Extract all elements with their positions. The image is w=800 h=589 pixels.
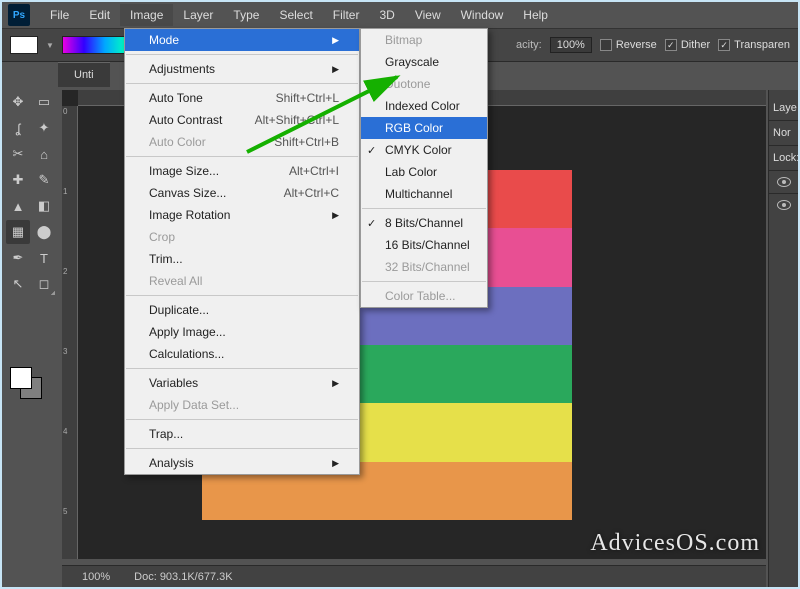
dropdown-arrow-icon[interactable]: ▼ [46,41,54,50]
submenu-arrow-icon: ▶ [332,64,339,75]
menu-file[interactable]: File [40,4,79,26]
menuitem-duplicate[interactable]: Duplicate... [125,299,359,321]
modeitem-rgb-color[interactable]: RGB Color [361,117,487,139]
menuitem-trim[interactable]: Trim... [125,248,359,270]
visibility-eye-icon[interactable] [777,200,791,210]
menuitem-calculations[interactable]: Calculations... [125,343,359,365]
ruler-vertical: 012345 [62,106,78,559]
blend-mode[interactable]: Nor [769,120,798,145]
stamp-tool[interactable]: ▲ [6,194,30,218]
menuitem-image-size[interactable]: Image Size...Alt+Ctrl+I [125,160,359,182]
menuitem-mode[interactable]: Mode▶ [125,29,359,51]
menuitem-variables[interactable]: Variables▶ [125,372,359,394]
magic-wand-tool[interactable]: ✦ [32,116,56,140]
submenu-mode-dropdown: BitmapGrayscaleDuotoneIndexed ColorRGB C… [360,28,488,308]
modeitem-cmyk-color[interactable]: ✓CMYK Color [361,139,487,161]
document-tab[interactable]: Unti [58,62,110,87]
zoom-level[interactable]: 100% [82,571,110,583]
check-icon: ✓ [367,217,376,230]
pen-tool[interactable]: ✒ [6,246,30,270]
menu-image-dropdown: Mode▶Adjustments▶Auto ToneShift+Ctrl+LAu… [124,28,360,475]
menuitem-auto-contrast[interactable]: Auto ContrastAlt+Shift+Ctrl+L [125,109,359,131]
menu-layer[interactable]: Layer [173,4,223,26]
eraser-tool[interactable]: ◧ [32,194,56,218]
modeitem-indexed-color[interactable]: Indexed Color [361,95,487,117]
layers-panel: Laye Nor Lock: [768,90,798,587]
marquee-tool[interactable]: ▭ [32,90,56,114]
menu-select[interactable]: Select [269,4,322,26]
modeitem-8-bits-channel[interactable]: ✓8 Bits/Channel [361,212,487,234]
crop-tool[interactable]: ✂ [6,142,30,166]
menuitem-auto-tone[interactable]: Auto ToneShift+Ctrl+L [125,87,359,109]
menu-edit[interactable]: Edit [79,4,120,26]
menu-filter[interactable]: Filter [323,4,370,26]
healing-tool[interactable]: ✚ [6,168,30,192]
path-tool[interactable]: ↖ [6,272,30,296]
modeitem-32-bits-channel: 32 Bits/Channel [361,256,487,278]
visibility-eye-icon[interactable] [777,177,791,187]
modeitem-color-table: Color Table... [361,285,487,307]
gradient-tool[interactable]: ▦ [6,220,30,244]
menuitem-auto-color: Auto ColorShift+Ctrl+B [125,131,359,153]
menuitem-apply-image[interactable]: Apply Image... [125,321,359,343]
menu-image[interactable]: Image [120,4,173,26]
menu-window[interactable]: Window [451,4,514,26]
lock-label: Lock: [769,145,798,170]
type-tool[interactable]: T [32,246,56,270]
document-size: Doc: 903.1K/677.3K [134,571,232,583]
lasso-tool[interactable]: ʆ [6,116,30,140]
submenu-arrow-icon: ▶ [332,35,339,46]
menuitem-trap[interactable]: Trap... [125,423,359,445]
submenu-arrow-icon: ▶ [332,210,339,221]
reverse-checkbox[interactable]: Reverse [600,39,657,51]
modeitem-bitmap: Bitmap [361,29,487,51]
menu-type[interactable]: Type [223,4,269,26]
brush-tool[interactable]: ✎ [32,168,56,192]
foreground-swatch[interactable] [10,36,38,54]
menuitem-apply-data-set: Apply Data Set... [125,394,359,416]
app-logo: Ps [8,4,30,26]
status-bar: 100% Doc: 903.1K/677.3K [62,565,766,587]
menuitem-analysis[interactable]: Analysis▶ [125,452,359,474]
menuitem-crop: Crop [125,226,359,248]
modeitem-lab-color[interactable]: Lab Color [361,161,487,183]
eyedropper-tool[interactable]: ⌂ [32,142,56,166]
menuitem-reveal-all: Reveal All [125,270,359,292]
blur-tool[interactable]: ⬤ [32,220,56,244]
dither-checkbox[interactable]: ✓Dither [665,39,710,51]
opacity-label: acity: [516,39,542,51]
menubar: Ps FileEditImageLayerTypeSelectFilter3DV… [2,2,798,28]
menuitem-adjustments[interactable]: Adjustments▶ [125,58,359,80]
opacity-value[interactable]: 100% [550,37,592,53]
modeitem-duotone: Duotone [361,73,487,95]
check-icon: ✓ [367,144,376,157]
modeitem-16-bits-channel[interactable]: 16 Bits/Channel [361,234,487,256]
transparency-checkbox[interactable]: ✓Transparen [718,39,790,51]
modeitem-grayscale[interactable]: Grayscale [361,51,487,73]
toolbox: ✥ ▭ ʆ ✦ ✂ ⌂ ✚ ✎ ▲ ◧ ▦ ⬤ ✒ T ↖ ◻ [6,90,56,296]
shape-tool[interactable]: ◻ [32,272,56,296]
menuitem-image-rotation[interactable]: Image Rotation▶ [125,204,359,226]
panel-title: Laye [769,96,798,120]
move-tool[interactable]: ✥ [6,90,30,114]
menuitem-canvas-size[interactable]: Canvas Size...Alt+Ctrl+C [125,182,359,204]
modeitem-multichannel[interactable]: Multichannel [361,183,487,205]
menu-view[interactable]: View [405,4,451,26]
submenu-arrow-icon: ▶ [332,378,339,389]
menu-help[interactable]: Help [513,4,558,26]
submenu-arrow-icon: ▶ [332,458,339,469]
menu-3d[interactable]: 3D [369,4,404,26]
